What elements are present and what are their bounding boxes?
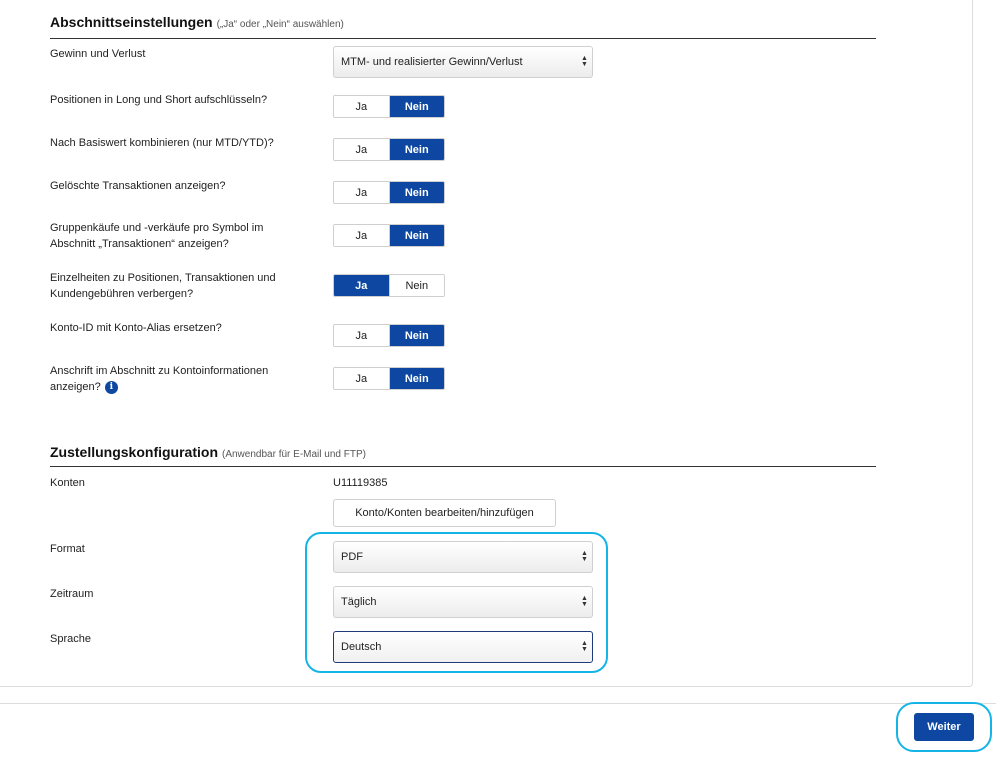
yes-no-toggle[interactable]: Ja Nein <box>333 181 445 204</box>
toggle-yes[interactable]: Ja <box>334 325 389 346</box>
section-note: (Anwendbar für E-Mail und FTP) <box>222 449 366 460</box>
option-label-text: Anschrift im Abschnitt zu Kontoinformati… <box>50 365 269 393</box>
yes-no-toggle[interactable]: Ja Nein <box>333 95 445 118</box>
footer-divider <box>0 703 996 704</box>
option-label: Konto-ID mit Konto-Alias ersetzen? <box>50 322 222 334</box>
profit-loss-select[interactable]: MTM- und realisierter Gewinn/Verlust ▲ ▼ <box>333 46 593 78</box>
info-icon[interactable]: i <box>104 380 118 394</box>
yes-no-toggle[interactable]: Ja Nein <box>333 138 445 161</box>
profit-loss-label: Gewinn und Verlust <box>50 48 146 60</box>
toggle-yes[interactable]: Ja <box>334 139 389 160</box>
toggle-no[interactable]: Nein <box>388 225 444 246</box>
select-arrows-icon: ▲ ▼ <box>581 55 588 68</box>
option-label: Gruppenkäufe und -verkäufe pro Symbol im… <box>50 222 264 250</box>
section-title-delivery: Zustellungskonfiguration (Anwendbar für E… <box>50 444 366 460</box>
period-label: Zeitraum <box>50 588 94 600</box>
section-divider <box>50 466 876 467</box>
toggle-yes[interactable]: Ja <box>334 275 389 296</box>
yes-no-toggle[interactable]: Ja Nein <box>333 224 445 247</box>
option-label: Positionen in Long und Short aufschlüsse… <box>50 94 268 106</box>
section-divider <box>50 38 876 39</box>
section-title-settings: Abschnittseinstellungen („Ja“ oder „Nein“… <box>50 14 344 30</box>
language-label: Sprache <box>50 633 91 645</box>
option-label: Nach Basiswert kombinieren (nur MTD/YTD)… <box>50 137 274 149</box>
toggle-no[interactable]: Nein <box>388 368 444 389</box>
section-title-text: Abschnittseinstellungen <box>50 14 213 30</box>
toggle-yes[interactable]: Ja <box>334 368 389 389</box>
toggle-no[interactable]: Nein <box>388 182 444 203</box>
next-button[interactable]: Weiter <box>914 713 974 741</box>
option-label: Gelöschte Transaktionen anzeigen? <box>50 180 226 192</box>
accounts-label: Konten <box>50 477 85 489</box>
toggle-no[interactable]: Nein <box>388 275 444 296</box>
toggle-no[interactable]: Nein <box>388 139 444 160</box>
section-title-text: Zustellungskonfiguration <box>50 444 218 460</box>
yes-no-toggle[interactable]: Ja Nein <box>333 274 445 297</box>
toggle-yes[interactable]: Ja <box>334 225 389 246</box>
toggle-yes[interactable]: Ja <box>334 96 389 117</box>
yes-no-toggle[interactable]: Ja Nein <box>333 324 445 347</box>
format-label: Format <box>50 543 85 555</box>
yes-no-toggle[interactable]: Ja Nein <box>333 367 445 390</box>
toggle-no[interactable]: Nein <box>388 325 444 346</box>
profit-loss-select-value: MTM- und realisierter Gewinn/Verlust <box>341 56 523 68</box>
option-label-with-info: Anschrift im Abschnitt zu Kontoinformati… <box>50 363 310 395</box>
toggle-no[interactable]: Nein <box>388 96 444 117</box>
selects-highlight-outline <box>305 532 608 673</box>
edit-accounts-button[interactable]: Konto/Konten bearbeiten/hinzufügen <box>333 499 556 527</box>
section-note: („Ja“ oder „Nein“ auswählen) <box>216 19 344 30</box>
account-id: U11119385 <box>333 477 388 489</box>
toggle-yes[interactable]: Ja <box>334 182 389 203</box>
option-label: Einzelheiten zu Positionen, Transaktione… <box>50 272 276 300</box>
